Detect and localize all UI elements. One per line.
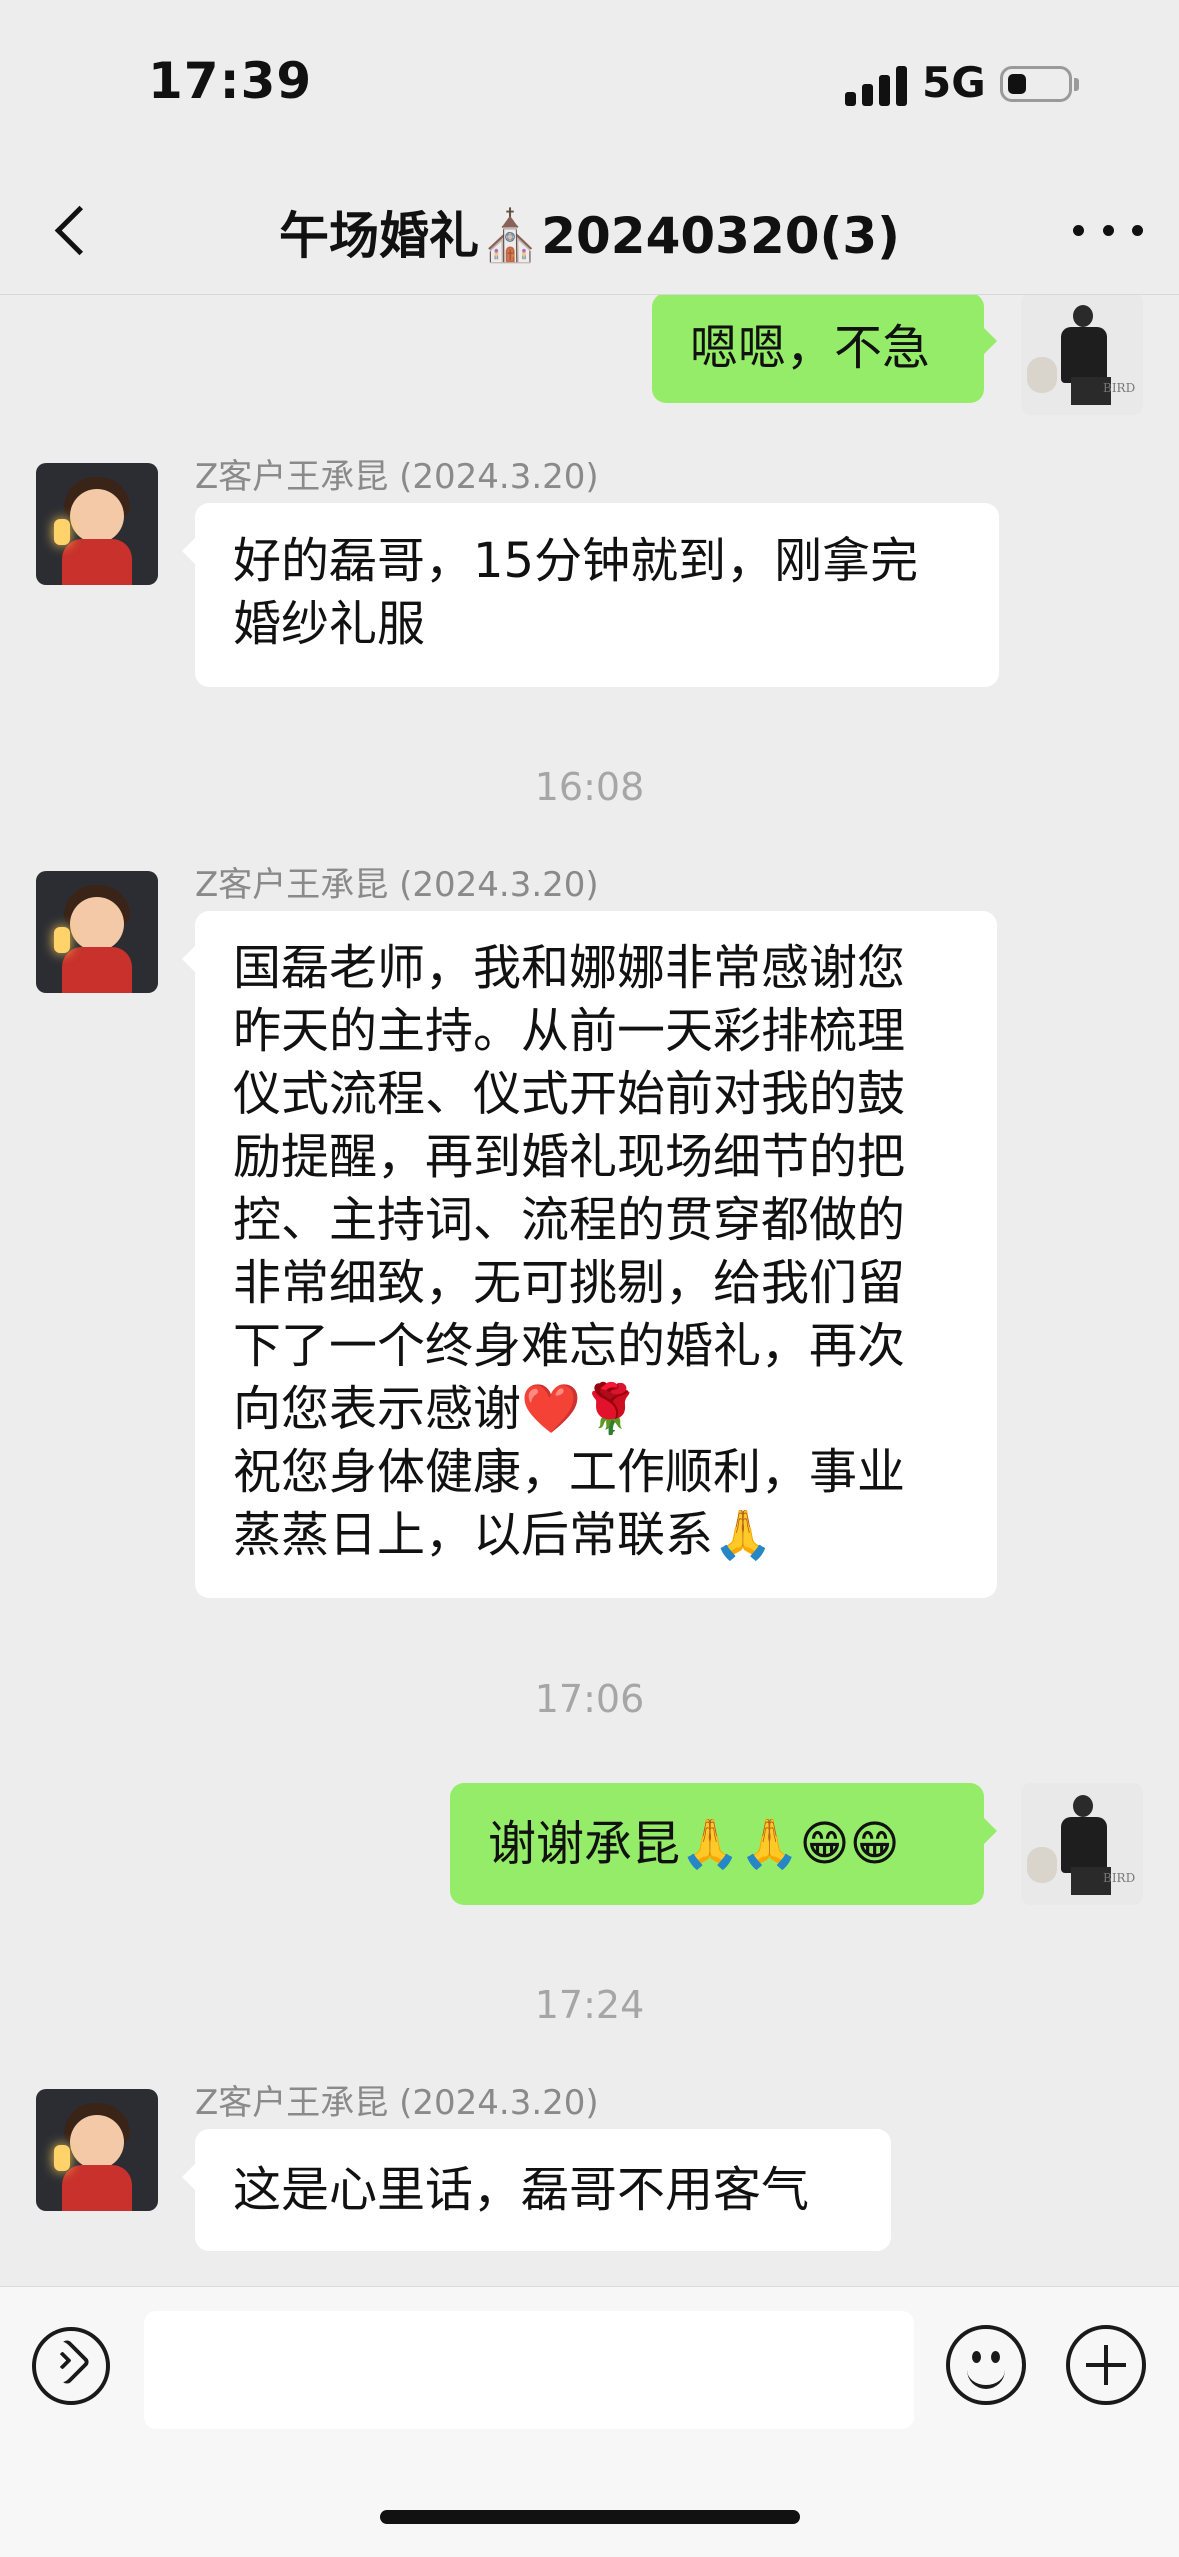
avatar-self[interactable]: BIRD bbox=[1021, 295, 1143, 415]
message-line: 好的磊哥，15分钟就到，刚拿完 bbox=[233, 533, 919, 589]
network-type: 5G bbox=[922, 58, 986, 107]
message-text: 谢谢承昆🙏🙏😁😁 bbox=[488, 1816, 900, 1872]
back-button[interactable] bbox=[44, 200, 104, 260]
message-list[interactable]: 嗯嗯，不急 BIRD Z客户王承昆 (2024.3.20) 好的磊哥，15分钟就… bbox=[0, 295, 1179, 2285]
message-line: 仪式流程、仪式开始前对我的鼓 bbox=[233, 1066, 906, 1122]
message-line: 国磊老师，我和娜娜非常感谢您 bbox=[233, 940, 906, 996]
message-bubble-incoming[interactable]: 国磊老师，我和娜娜非常感谢您 昨天的主持。从前一天彩排梳理 仪式流程、仪式开始前… bbox=[182, 911, 997, 1598]
message-line: 祝您身体健康，工作顺利，事业 bbox=[233, 1444, 906, 1500]
status-time: 17:39 bbox=[148, 52, 313, 110]
message-line: 蒸蒸日上，以后常联系🙏 bbox=[233, 1507, 773, 1563]
status-bar: 17:39 5G bbox=[0, 0, 1179, 170]
sender-name: Z客户王承昆 (2024.3.20) bbox=[195, 865, 599, 905]
emoji-icon[interactable] bbox=[946, 2325, 1026, 2405]
sender-name: Z客户王承昆 (2024.3.20) bbox=[195, 457, 599, 497]
message-bubble-outgoing[interactable]: 谢谢承昆🙏🙏😁😁 bbox=[450, 1783, 997, 1905]
avatar-contact[interactable] bbox=[36, 2089, 158, 2211]
timestamp: 16:08 bbox=[534, 765, 645, 809]
battery-icon bbox=[1000, 66, 1079, 102]
message-line: 控、主持词、流程的贯穿都做的 bbox=[233, 1192, 906, 1248]
message-bubble-incoming[interactable]: 好的磊哥，15分钟就到，刚拿完 婚纱礼服 bbox=[182, 503, 999, 687]
message-bubble-outgoing[interactable]: 嗯嗯，不急 bbox=[652, 295, 997, 403]
message-line: 向您表示感谢❤️🌹 bbox=[233, 1381, 641, 1437]
voice-input-icon[interactable] bbox=[32, 2327, 110, 2405]
more-dot-icon bbox=[1073, 224, 1084, 236]
avatar-contact[interactable] bbox=[36, 871, 158, 993]
message-input[interactable] bbox=[144, 2311, 914, 2429]
message-line: 下了一个终身难忘的婚礼，再次 bbox=[233, 1318, 906, 1374]
message-line: 昨天的主持。从前一天彩排梳理 bbox=[233, 1003, 906, 1059]
chat-header: 午场婚礼⛪20240320(3) bbox=[0, 170, 1179, 295]
message-line: 励提醒，再到婚礼现场细节的把 bbox=[233, 1129, 906, 1185]
message-text: 嗯嗯，不急 bbox=[690, 320, 931, 376]
message-text: 这是心里话，磊哥不用客气 bbox=[233, 2162, 810, 2218]
timestamp: 17:24 bbox=[534, 1983, 645, 2027]
chat-title: 午场婚礼⛪20240320(3) bbox=[278, 207, 901, 265]
sender-name: Z客户王承昆 (2024.3.20) bbox=[195, 2083, 599, 2123]
avatar-contact[interactable] bbox=[36, 463, 158, 585]
plus-icon[interactable] bbox=[1066, 2325, 1146, 2405]
home-indicator[interactable] bbox=[380, 2510, 800, 2524]
message-line: 婚纱礼服 bbox=[233, 596, 426, 652]
signal-icon bbox=[845, 64, 907, 106]
message-line: 非常细致，无可挑剔，给我们留 bbox=[233, 1255, 906, 1311]
more-button[interactable] bbox=[1073, 200, 1143, 260]
message-bubble-incoming[interactable]: 这是心里话，磊哥不用客气 bbox=[182, 2129, 891, 2251]
avatar-self[interactable]: BIRD bbox=[1021, 1783, 1143, 1905]
timestamp: 17:06 bbox=[534, 1677, 645, 1721]
